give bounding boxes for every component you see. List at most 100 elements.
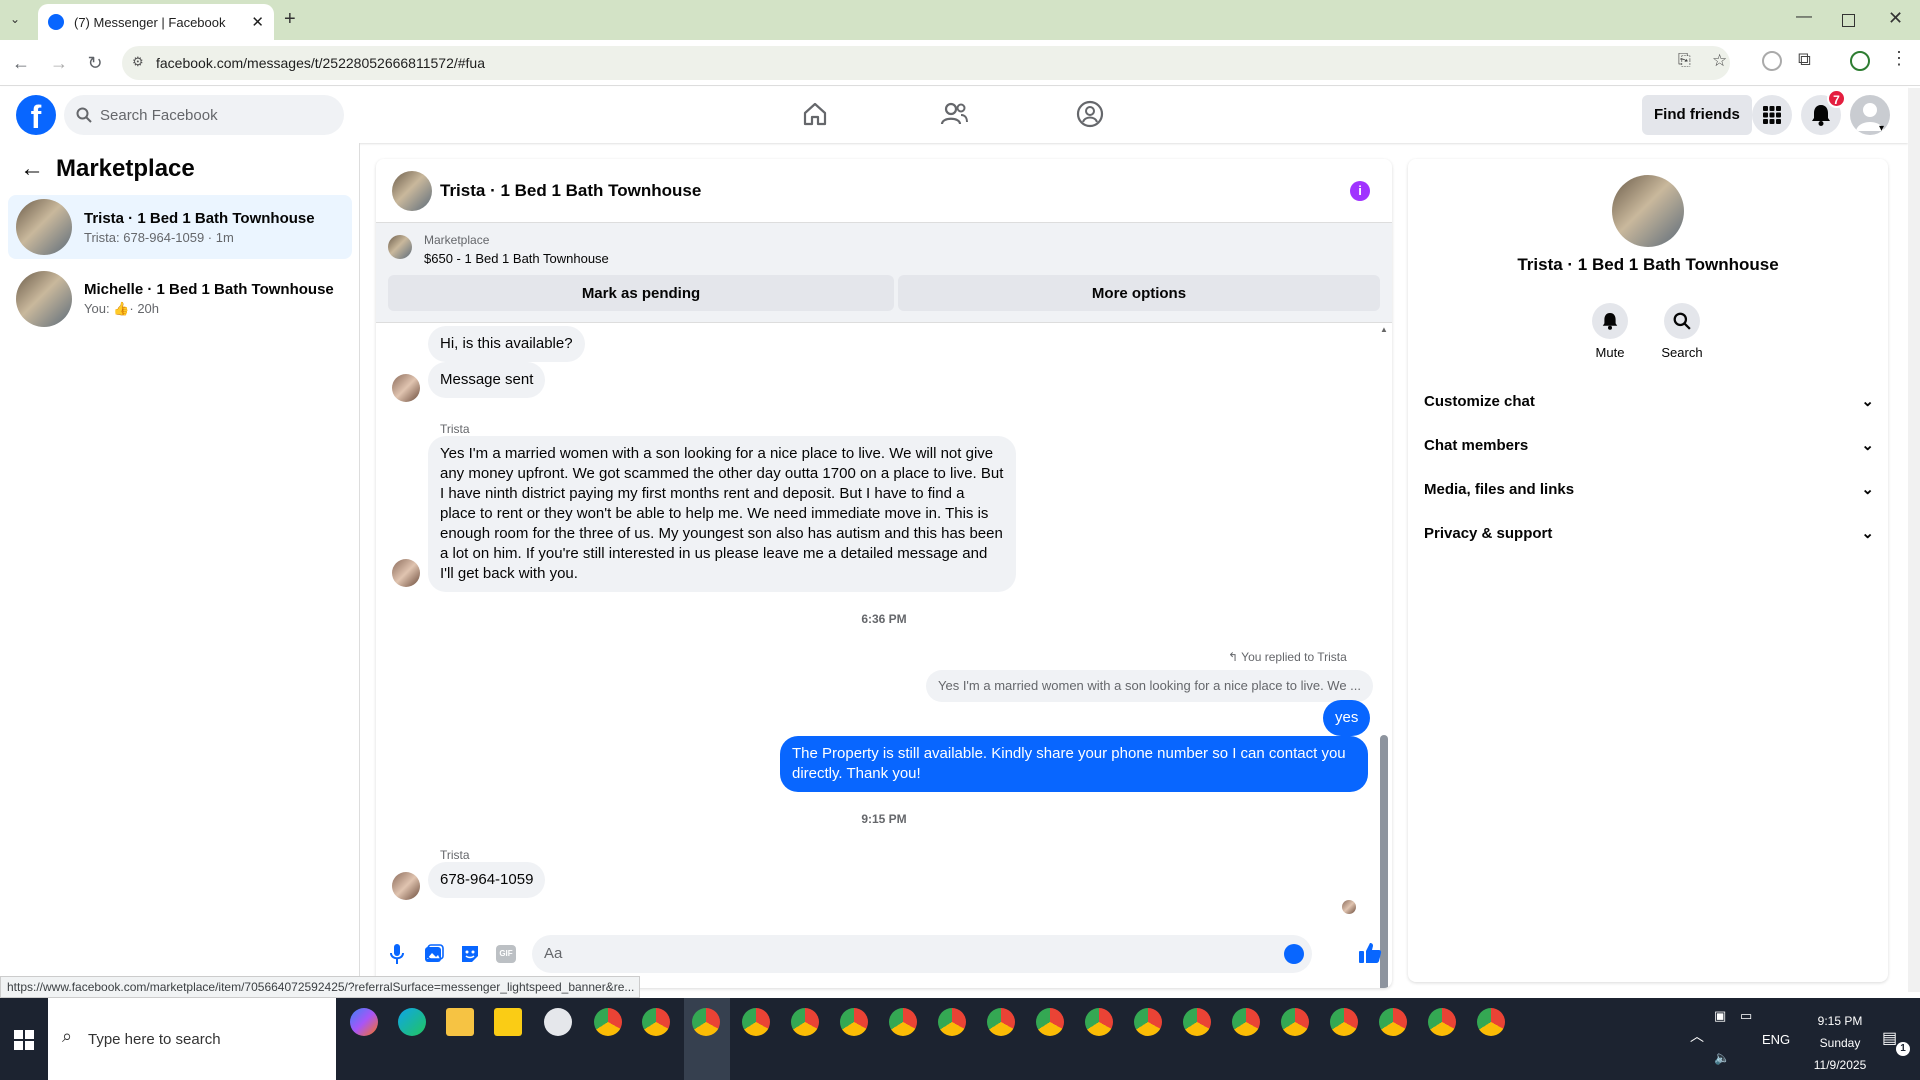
window-close-icon[interactable]: ✕ (1888, 8, 1903, 29)
sticky-notes-icon[interactable] (494, 1008, 522, 1036)
chat-avatar[interactable] (392, 170, 432, 211)
conversation-snippet: You: 👍· 20h (84, 301, 334, 317)
scroll-up-icon[interactable]: ▲ (1380, 325, 1388, 334)
menu-grid-button[interactable] (1752, 95, 1792, 135)
copilot-icon[interactable] (350, 1008, 378, 1036)
search-placeholder: Search Facebook (100, 106, 218, 124)
sender-avatar (392, 872, 420, 900)
section-label: Chat members (1424, 436, 1529, 454)
back-arrow-icon[interactable]: ← (20, 155, 44, 183)
groups-icon[interactable] (1076, 100, 1104, 128)
chrome-profile-icon[interactable] (791, 1008, 819, 1036)
media-files-links-section[interactable]: Media, files and links ⌄ (1424, 469, 1874, 509)
microphone-icon[interactable] (390, 944, 404, 964)
bookmark-star-icon[interactable]: ☆ (1712, 51, 1727, 71)
meet-now-icon[interactable]: ▣ (1714, 1008, 1726, 1024)
network-icon[interactable]: ▭ (1740, 1008, 1752, 1024)
home-icon[interactable] (802, 101, 828, 127)
message-scrollbar[interactable]: ▲ (1380, 325, 1388, 988)
emoji-icon[interactable] (1284, 944, 1304, 964)
chrome-profile-icon[interactable] (1379, 1008, 1407, 1036)
search-icon: ⌕ (62, 1026, 73, 1046)
chrome-profile-icon[interactable] (1477, 1008, 1505, 1036)
search-icon (1673, 312, 1691, 330)
site-info-icon[interactable]: ⚙ (132, 54, 144, 70)
like-thumbs-up-icon[interactable] (1358, 941, 1382, 965)
profile-icon[interactable] (1850, 51, 1870, 71)
forward-icon[interactable]: → (48, 52, 70, 74)
chrome-profile-icon[interactable] (1428, 1008, 1456, 1036)
system-clock[interactable]: 9:15 PM Sunday 11/9/2025 (1800, 1010, 1880, 1076)
restore-icon[interactable] (1842, 14, 1855, 27)
section-label: Media, files and links (1424, 480, 1575, 498)
browser-tab[interactable]: (7) Messenger | Facebook ✕ (38, 4, 274, 40)
profile-avatar[interactable] (1612, 175, 1684, 247)
chrome-profile-icon[interactable] (889, 1008, 917, 1036)
extensions-icon[interactable]: ⧉ (1798, 49, 1811, 70)
message-bubble: Hi, is this available? (428, 326, 585, 362)
mark-as-pending-button[interactable]: Mark as pending (388, 275, 894, 311)
info-icon[interactable]: i (1350, 181, 1370, 201)
chrome-icon[interactable] (594, 1008, 622, 1036)
app-icon[interactable] (544, 1008, 572, 1036)
friends-icon[interactable] (940, 101, 968, 127)
gif-icon[interactable]: GIF (496, 945, 516, 963)
chrome-profile-icon[interactable] (840, 1008, 868, 1036)
facebook-logo-icon[interactable]: f (16, 95, 56, 135)
photo-icon[interactable] (424, 944, 444, 964)
volume-icon[interactable]: 🔈 (1714, 1050, 1730, 1066)
translate-icon[interactable] (1762, 51, 1782, 71)
find-friends-button[interactable]: Find friends (1642, 95, 1752, 135)
account-chevron-icon[interactable]: ▾ (1879, 123, 1884, 134)
mute-button[interactable] (1592, 303, 1628, 339)
search-in-chat-button[interactable] (1664, 303, 1700, 339)
message-list: Hi, is this available? Message sent Tris… (376, 324, 1392, 924)
message-input[interactable]: Aa (532, 935, 1312, 973)
tab-close-icon[interactable]: ✕ (251, 13, 264, 31)
windows-start-icon[interactable] (14, 1030, 34, 1050)
conversation-item-trista[interactable]: Trista · 1 Bed 1 Bath Townhouse Trista: … (8, 195, 352, 259)
chrome-profile-icon[interactable] (987, 1008, 1015, 1036)
search-facebook-input[interactable]: Search Facebook (64, 95, 344, 135)
more-options-button[interactable]: More options (898, 275, 1380, 311)
action-center-icon[interactable]: ▤ (1882, 1028, 1897, 1048)
file-explorer-icon[interactable] (446, 1008, 474, 1036)
sticker-icon[interactable] (460, 944, 480, 964)
chrome-profile-icon[interactable] (1085, 1008, 1113, 1036)
reload-icon[interactable]: ↻ (84, 52, 106, 74)
chrome-profile-icon[interactable] (1232, 1008, 1260, 1036)
chrome-profile-icon[interactable] (1036, 1008, 1064, 1036)
taskbar-search-box[interactable]: ⌕ Type here to search (48, 998, 336, 1080)
replied-label: ↰ You replied to Trista (1228, 650, 1347, 664)
edge-icon[interactable] (398, 1008, 426, 1036)
menu-kebab-icon[interactable]: ⋮ (1890, 48, 1908, 69)
chevron-down-icon: ⌄ (1861, 525, 1874, 542)
chrome-profile-icon[interactable] (938, 1008, 966, 1036)
tray-overflow-chevron-icon[interactable]: ︿ (1690, 1026, 1704, 1046)
minimize-icon[interactable]: — (1796, 8, 1812, 26)
chrome-profile-icon[interactable] (1281, 1008, 1309, 1036)
back-icon[interactable]: ← (10, 52, 32, 74)
marketplace-listing-banner[interactable]: Marketplace $650 - 1 Bed 1 Bath Townhous… (376, 223, 1392, 323)
chrome-profile-icon[interactable] (1183, 1008, 1211, 1036)
chevron-down-icon: ⌄ (1861, 393, 1874, 410)
chrome-profile-icon[interactable] (742, 1008, 770, 1036)
chat-members-section[interactable]: Chat members ⌄ (1424, 425, 1874, 465)
chrome-profile-icon[interactable] (1134, 1008, 1162, 1036)
privacy-support-section[interactable]: Privacy & support ⌄ (1424, 513, 1874, 553)
address-bar[interactable]: ⚙ facebook.com/messages/t/25228052666811… (122, 46, 1730, 80)
chrome-profile-icon[interactable] (692, 1008, 720, 1036)
tab-search-chevron-icon[interactable]: ⌄ (10, 12, 20, 26)
customize-chat-section[interactable]: Customize chat ⌄ (1424, 381, 1874, 421)
new-tab-icon[interactable]: + (284, 8, 296, 31)
conversation-item-michelle[interactable]: Michelle · 1 Bed 1 Bath Townhouse You: 👍… (8, 267, 352, 331)
page-scrollbar[interactable] (1908, 88, 1920, 992)
chrome-profile-icon[interactable] (642, 1008, 670, 1036)
language-indicator[interactable]: ENG (1762, 1032, 1790, 1047)
quoted-message[interactable]: Yes I'm a married women with a son looki… (926, 670, 1374, 702)
taskbar-search-placeholder: Type here to search (88, 1030, 221, 1048)
chat-title[interactable]: Trista · 1 Bed 1 Bath Townhouse (440, 181, 701, 201)
install-app-icon[interactable]: ⎘ (1678, 52, 1691, 70)
chrome-profile-icon[interactable] (1330, 1008, 1358, 1036)
listing-label: Marketplace (424, 233, 490, 247)
